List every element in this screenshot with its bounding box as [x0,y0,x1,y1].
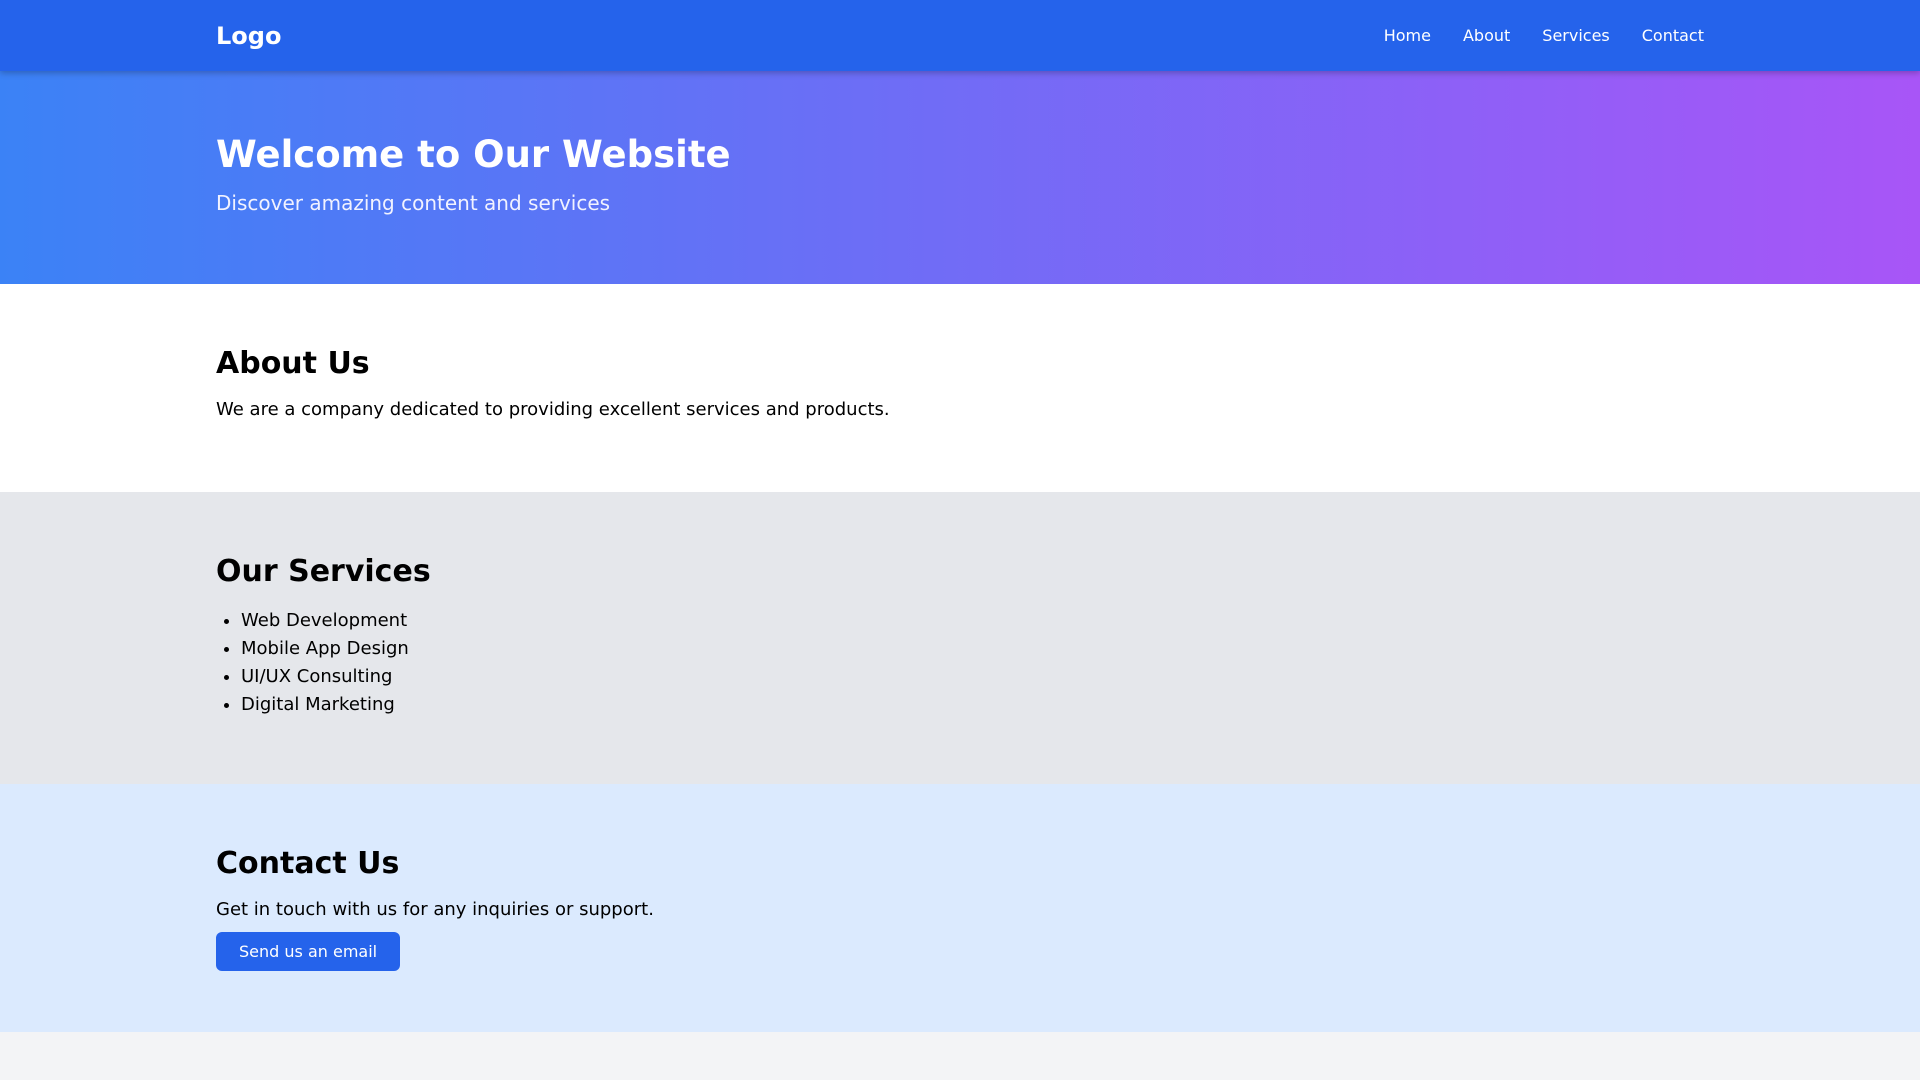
hero-subtitle: Discover amazing content and services [216,191,611,216]
service-item-ui-ux-consulting: UI/UX Consulting [241,663,1704,691]
service-item-web-development: Web Development [241,607,1704,635]
logo[interactable]: Logo [216,22,281,50]
hero-banner: Welcome to Our Website Discover amazing … [0,71,1920,284]
nav-link-about[interactable]: About [1463,26,1510,45]
contact-section: Contact Us Get in touch with us for any … [0,784,1920,1032]
service-item-digital-marketing: Digital Marketing [241,691,1704,719]
contact-heading: Contact Us [216,846,400,881]
about-heading: About Us [216,346,370,381]
hero-title: Welcome to Our Website [216,133,731,176]
navbar: Logo Home About Services Contact [0,0,1920,71]
about-text: We are a company dedicated to providing … [216,399,890,420]
services-list: Web Development Mobile App Design UI/UX … [216,607,1704,719]
nav-link-services[interactable]: Services [1542,26,1609,45]
contact-text: Get in touch with us for any inquiries o… [216,899,654,920]
nav-link-home[interactable]: Home [1384,26,1431,45]
nav-links: Home About Services Contact [1384,26,1704,45]
footer-strip [0,1032,1920,1080]
services-heading: Our Services [216,554,431,589]
services-section: Our Services Web Development Mobile App … [0,492,1920,784]
service-item-mobile-app-design: Mobile App Design [241,635,1704,663]
hero-container: Welcome to Our Website Discover amazing … [216,71,1704,215]
about-container: About Us We are a company dedicated to p… [216,346,1704,420]
nav-link-contact[interactable]: Contact [1642,26,1704,45]
about-section: About Us We are a company dedicated to p… [0,284,1920,492]
navbar-container: Logo Home About Services Contact [216,0,1704,71]
contact-container: Contact Us Get in touch with us for any … [216,846,1704,971]
services-container: Our Services Web Development Mobile App … [216,554,1704,719]
send-email-button[interactable]: Send us an email [216,932,401,971]
